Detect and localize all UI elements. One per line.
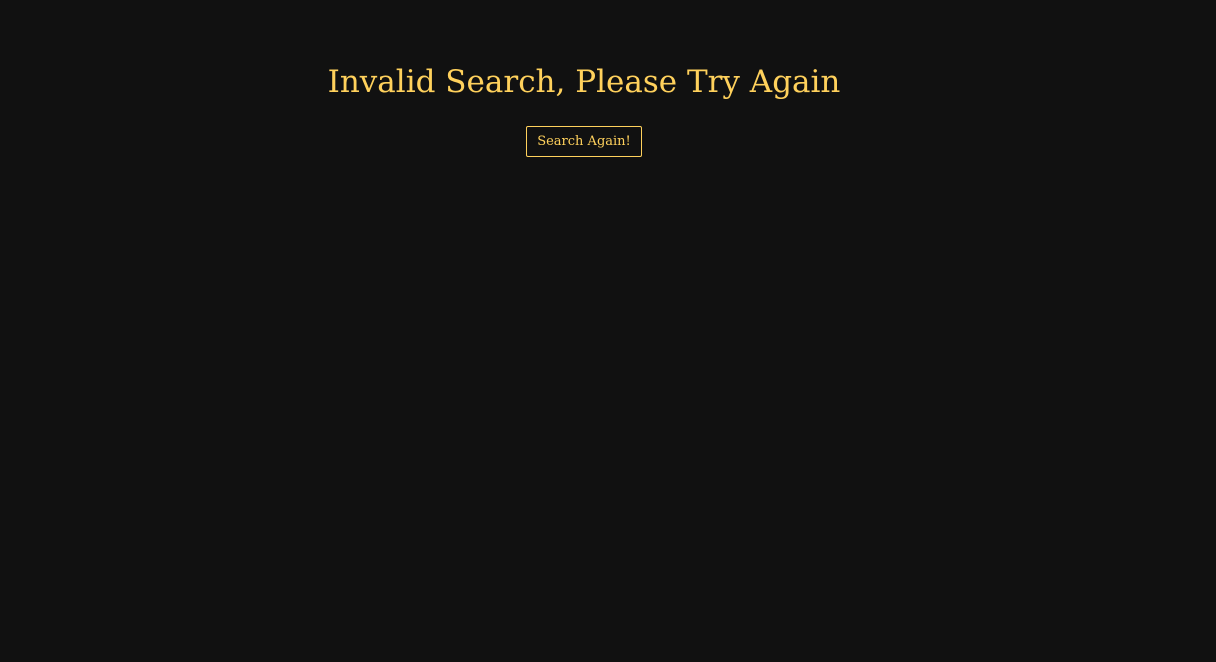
page: Invalid Search, Please Try Again Search … [0,0,1216,662]
page-title: Invalid Search, Please Try Again [327,64,841,100]
button-container: Search Again! [0,126,1168,157]
main-content: Invalid Search, Please Try Again Search … [0,0,1168,157]
search-again-button[interactable]: Search Again! [526,126,642,157]
